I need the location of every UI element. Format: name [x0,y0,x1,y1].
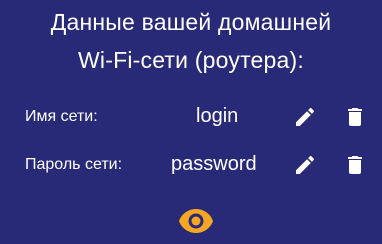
trash-icon [348,156,362,174]
wifi-password-value: password [171,153,257,175]
pencil-icon [296,107,315,126]
toggle-password-visibility-button[interactable] [178,207,214,235]
wifi-password-label: Пароль сети: [25,156,123,173]
eye-icon [179,209,213,233]
wifi-name-value: login [196,105,239,127]
pencil-icon [296,155,315,174]
wifi-name-row: Имя сети: login [0,97,382,137]
delete-wifi-name-button[interactable] [343,105,367,129]
page-title-line-2: Wi-Fi-сети (роутера): [78,47,304,73]
edit-wifi-password-button[interactable] [293,153,317,177]
wifi-password-row: Пароль сети: password [0,145,382,185]
edit-wifi-name-button[interactable] [293,105,317,129]
page-title-line-1: Данные вашей домашней [50,9,332,35]
wifi-name-label: Имя сети: [25,108,98,125]
trash-icon [348,108,362,126]
delete-wifi-password-button[interactable] [343,153,367,177]
